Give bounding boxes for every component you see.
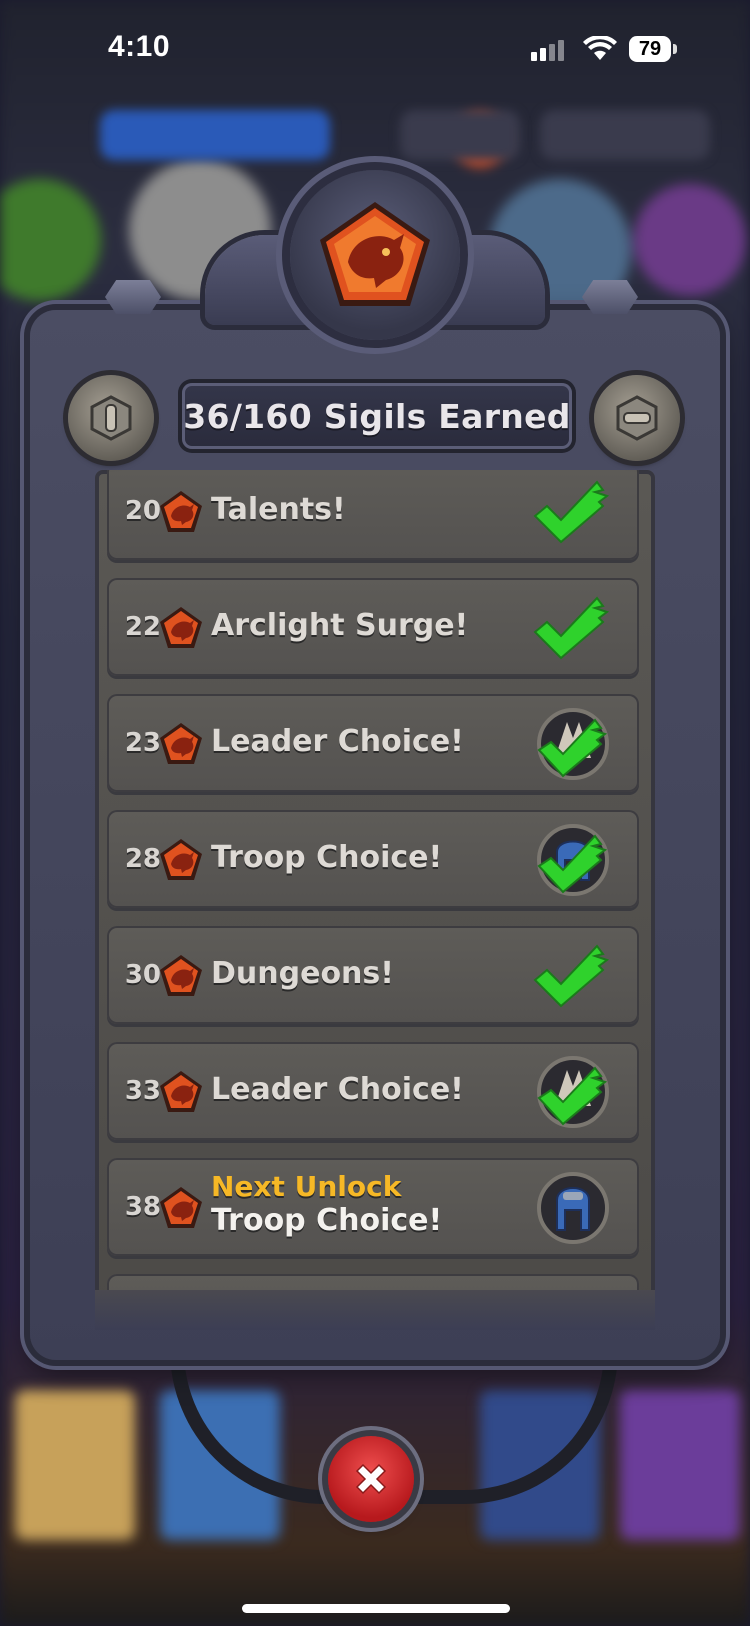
sigils-earned-title: 36/160 Sigils Earned (182, 383, 572, 449)
dragon-sigil-icon (320, 202, 430, 306)
rewards-list[interactable]: 20 Talents! 22 Arclight Surge! 23 Leader… (95, 470, 655, 1330)
reward-row: 28 Troop Choice! (107, 810, 639, 908)
reward-row: 33 Leader Choice! (107, 1042, 639, 1140)
panel-bolt (582, 280, 638, 314)
sigil-icon (160, 1071, 202, 1112)
reward-label: Troop Choice! (211, 1203, 443, 1238)
sigil-icon (160, 1187, 202, 1228)
reward-sigil-count: 38 (124, 1192, 161, 1222)
reward-label: Dungeons! (211, 956, 394, 991)
sigil-icon (160, 839, 202, 880)
reward-label-group: Next Unlock Troop Choice! (211, 1170, 442, 1238)
battery-level: 79 (629, 36, 671, 62)
panel-bolt (105, 280, 161, 314)
reward-label: Talents! (211, 492, 346, 527)
close-x-icon (355, 1463, 387, 1495)
reward-sigil-count: 33 (124, 1076, 161, 1106)
check-icon (533, 596, 610, 660)
status-time: 4:10 (108, 30, 171, 63)
list-bottom-edge (95, 1290, 655, 1330)
background-tile (620, 1390, 740, 1540)
reward-row: 23 Leader Choice! (107, 694, 639, 792)
reward-row: 22 Arclight Surge! (107, 578, 639, 676)
wifi-icon (583, 36, 617, 60)
reward-sigil-count: 20 (124, 496, 161, 526)
check-icon (533, 944, 610, 1008)
troop-helmet-check-icon (537, 824, 609, 896)
background-currency-bar (400, 110, 520, 160)
reward-label: Leader Choice! (211, 724, 464, 759)
reward-sigil-count: 22 (124, 612, 161, 642)
leader-helmet-check-icon (537, 1056, 609, 1128)
hex-bolt-left (68, 375, 154, 461)
sigil-crest (290, 170, 460, 340)
sigil-icon (160, 491, 202, 532)
reward-sigil-count: 23 (124, 728, 161, 758)
reward-row: 20 Talents! (107, 470, 639, 560)
reward-sigil-count: 30 (124, 960, 161, 990)
close-button[interactable] (328, 1436, 414, 1522)
reward-label: Troop Choice! (211, 840, 443, 875)
reward-row-next-unlock: 38 Next Unlock Troop Choice! (107, 1158, 639, 1256)
home-indicator[interactable] (242, 1604, 510, 1613)
reward-sigil-count: 28 (124, 844, 161, 874)
background-tile (15, 1390, 135, 1540)
reward-label: Arclight Surge! (211, 608, 469, 643)
reward-row: 30 Dungeons! (107, 926, 639, 1024)
cellular-signal-icon (531, 40, 564, 61)
background-gem-bar (540, 110, 710, 160)
hex-bolt-right (594, 375, 680, 461)
leader-helmet-check-icon (537, 708, 609, 780)
check-icon (533, 480, 610, 544)
next-unlock-label: Next Unlock (211, 1170, 402, 1203)
battery-icon: 79 (629, 36, 677, 62)
status-bar: 4:10 79 (0, 0, 750, 100)
reward-label: Leader Choice! (211, 1072, 464, 1107)
sigil-icon (160, 607, 202, 648)
troop-helmet-icon (537, 1172, 609, 1244)
sigil-icon (160, 955, 202, 996)
sigil-icon (160, 723, 202, 764)
background-player-banner (100, 110, 330, 160)
